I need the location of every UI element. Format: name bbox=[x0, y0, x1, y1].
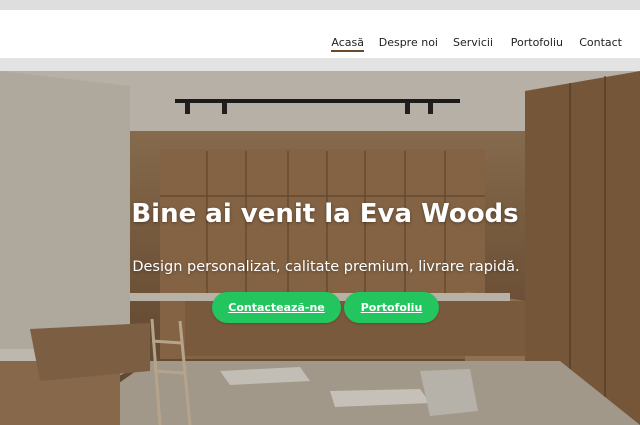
nav-item-acasa[interactable]: Acasă bbox=[331, 36, 364, 52]
navbar: Acasă Despre noi Servicii Portofoliu Con… bbox=[0, 10, 640, 58]
hero-title: Bine ai venit la Eva Woods bbox=[131, 199, 519, 229]
nav-item-contact[interactable]: Contact bbox=[579, 36, 622, 49]
contact-button[interactable]: Contactează-ne bbox=[212, 292, 341, 323]
nav-gap bbox=[0, 58, 640, 71]
hero-overlay bbox=[0, 71, 640, 425]
portfolio-button[interactable]: Portofoliu bbox=[344, 292, 439, 323]
hero-section: Bine ai venit la Eva Woods Design person… bbox=[0, 71, 640, 425]
top-strip bbox=[0, 0, 640, 10]
nav-item-despre-noi[interactable]: Despre noi bbox=[379, 36, 438, 49]
nav-item-servicii[interactable]: Servicii bbox=[453, 36, 493, 49]
nav-item-portofoliu[interactable]: Portofoliu bbox=[511, 36, 563, 49]
hero-subtitle: Design personalizat, calitate premium, l… bbox=[132, 259, 520, 275]
